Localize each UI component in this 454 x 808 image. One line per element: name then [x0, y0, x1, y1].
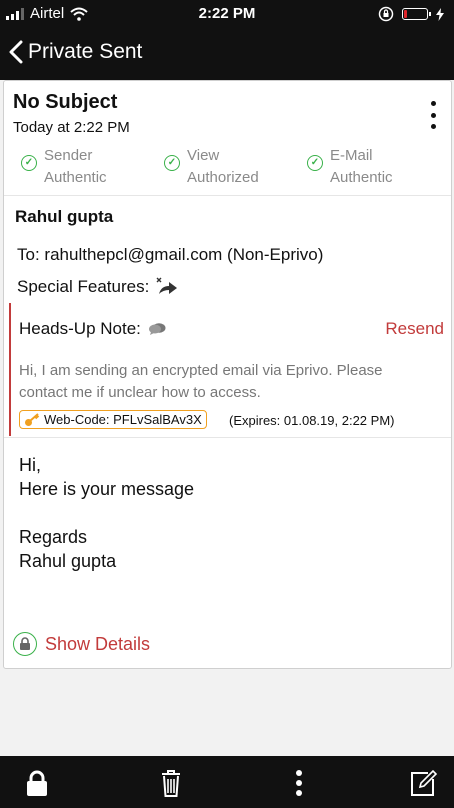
show-details-label: Show Details: [45, 633, 151, 654]
webcode-badge[interactable]: Web-Code: PFLvSalBAv3X: [19, 410, 207, 429]
check-circle-icon: ✓: [307, 155, 323, 171]
back-button[interactable]: Private Sent: [8, 36, 142, 68]
message-subject: No Subject: [13, 91, 118, 113]
sender-name: Rahul gupta: [15, 207, 114, 226]
auth-line2: Authentic: [44, 169, 107, 186]
to-label: To:: [17, 245, 40, 264]
auth-line1: Sender: [44, 147, 93, 164]
expires-text: (Expires: 01.08.19, 2:22 PM): [229, 413, 395, 428]
kebab-menu-icon[interactable]: [427, 101, 439, 129]
divider: [4, 437, 451, 438]
resend-button[interactable]: Resend: [385, 319, 444, 339]
note-label: Heads-Up Note:: [19, 319, 141, 338]
charging-icon: [436, 7, 444, 21]
message-date: Today at 2:22 PM: [13, 119, 130, 136]
message-card: No Subject Today at 2:22 PM ✓ Sender Aut…: [3, 80, 452, 669]
show-details-button[interactable]: Show Details: [13, 632, 150, 656]
orientation-lock-icon: [378, 6, 394, 22]
note-text: Hi, I am sending an encrypted email via …: [19, 362, 383, 401]
to-value[interactable]: rahulthepcl@gmail.com (Non-Eprivo): [44, 245, 323, 264]
body-line: Regards: [19, 527, 88, 547]
body-line: Here is your message: [19, 479, 195, 499]
divider: [4, 195, 451, 196]
body-line: [19, 501, 194, 525]
bottom-toolbar: [0, 756, 454, 808]
auth-line1: View: [187, 147, 220, 164]
speech-bubble-icon: [148, 323, 166, 335]
compose-icon: [411, 769, 438, 796]
lock-button[interactable]: [22, 768, 52, 798]
webcode-text: Web-Code: PFLvSalBAv3X: [44, 412, 202, 427]
check-circle-icon: ✓: [21, 155, 37, 171]
more-vertical-icon: [296, 770, 302, 796]
lock-icon: [27, 770, 47, 796]
body-line: Hi,: [19, 455, 41, 475]
auth-line1: E-Mail: [330, 147, 373, 164]
auth-line2: Authentic: [330, 169, 393, 186]
check-circle-icon: ✓: [164, 155, 180, 171]
features-label: Special Features:: [17, 277, 150, 296]
forward-arrow-icon: [156, 277, 178, 294]
back-label: Private Sent: [28, 40, 143, 63]
status-bar: Airtel 2:22 PM: [0, 0, 454, 28]
auth-email-authentic: ✓ E-Mail Authentic: [307, 145, 393, 189]
delete-button[interactable]: [156, 768, 186, 798]
message-body: Hi, Here is your message Regards Rahul g…: [19, 453, 194, 573]
battery-fill: [404, 10, 407, 18]
top-bar: Airtel 2:22 PM Private Sent: [0, 0, 454, 80]
chevron-left-icon: [9, 40, 23, 64]
compose-button[interactable]: [408, 768, 438, 798]
trash-icon: [162, 770, 180, 797]
heads-up-note: Heads-Up Note: Resend Hi, I am sending a…: [9, 303, 446, 436]
auth-line2: Authorized: [187, 169, 259, 186]
auth-view-authorized: ✓ View Authorized: [164, 145, 259, 189]
special-features: Special Features:: [17, 277, 179, 297]
key-icon: [25, 412, 40, 426]
more-button[interactable]: [284, 768, 314, 798]
auth-sender-authentic: ✓ Sender Authentic: [21, 145, 107, 189]
recipient-line: To: rahulthepcl@gmail.com (Non-Eprivo): [17, 245, 323, 265]
lock-icon: [13, 632, 37, 656]
battery-icon: [402, 8, 431, 20]
body-line: Rahul gupta: [19, 551, 117, 571]
